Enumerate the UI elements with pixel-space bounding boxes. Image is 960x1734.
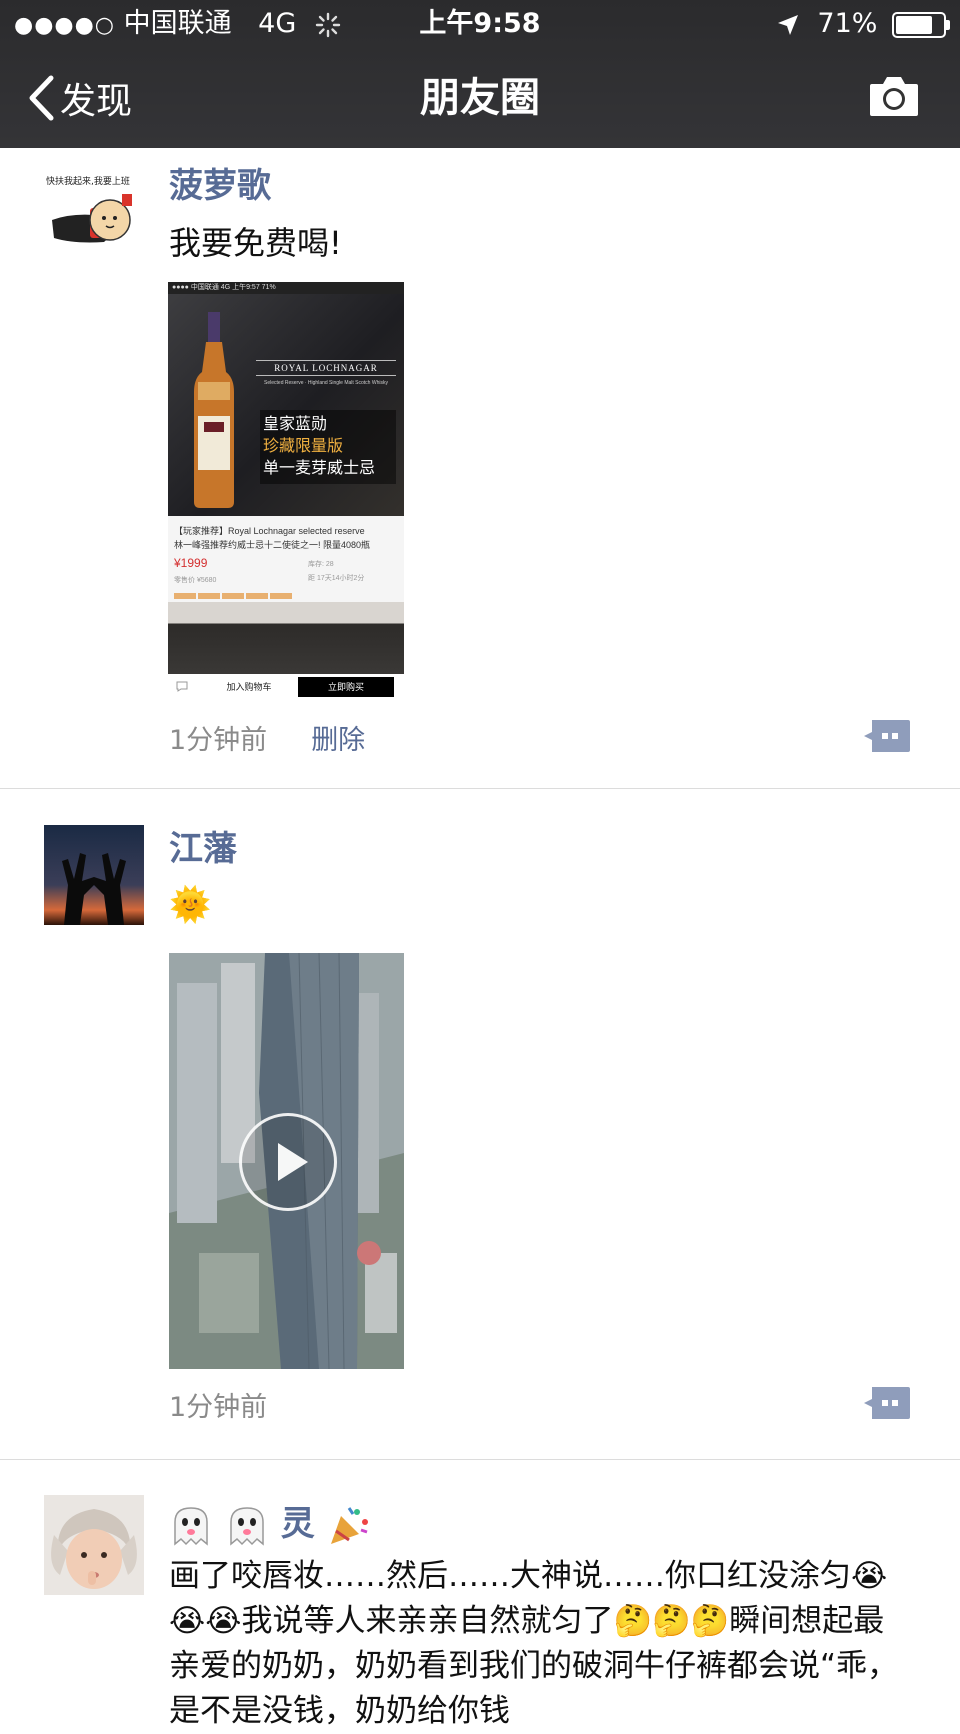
username[interactable]: 灵 — [169, 1496, 371, 1548]
ghost-icon — [230, 1506, 264, 1546]
party-popper-icon — [330, 1506, 368, 1544]
post-meta: 1分钟前 删除 — [169, 718, 365, 757]
username[interactable]: 菠萝歌 — [169, 158, 271, 207]
post-video[interactable] — [169, 953, 404, 1369]
play-button[interactable] — [239, 1113, 337, 1211]
brand-subtitle: Selected Reserve · Highland Single Malt … — [264, 380, 388, 386]
product-desc-2: 林一峰强推荐约威士忌十二使徒之一! 限量4080瓶 — [174, 540, 371, 550]
avatar[interactable] — [44, 825, 144, 925]
product-line-3: 单一麦芽威士忌 — [263, 460, 376, 477]
product-desc-1: 【玩家推荐】Royal Lochnagar selected reserve — [174, 526, 365, 536]
post-text: 🌞 — [169, 885, 212, 925]
ghost-icon — [174, 1506, 208, 1546]
original-price: 零售价 ¥5680 — [174, 577, 217, 584]
navigation-bar: 发现 朋友圈 — [0, 48, 960, 148]
product-stock: 库存: 28 — [308, 561, 334, 568]
username[interactable]: 江藩 — [169, 821, 237, 870]
battery-icon — [892, 11, 950, 38]
comment-more-icon[interactable] — [864, 720, 910, 752]
status-bar: ●●●●○ 中国联通 4G 上午9:58 71% — [0, 0, 960, 48]
top-bar: ●●●●○ 中国联通 4G 上午9:58 71% 发现 朋友圈 — [0, 0, 960, 148]
countdown: 距 17天14小时2分 — [308, 575, 365, 582]
avatar-caption: 快扶我起来,我要上班 — [46, 177, 130, 187]
moment-post: 快扶我起来,我要上班 菠萝歌 我要免费喝! ●●●● 中国联通 4G 上午9:5… — [0, 148, 960, 789]
image-status-bar: ●●●● 中国联通 4G 上午9:57 71% — [168, 282, 404, 294]
post-time: 1分钟前 — [169, 725, 268, 756]
camera-icon — [870, 77, 918, 116]
sunset-hands-avatar-icon — [44, 825, 144, 925]
post-time: 1分钟前 — [169, 1392, 268, 1423]
buy-now-button: 立即购买 — [298, 677, 394, 697]
location-arrow-icon — [777, 14, 798, 35]
avatar[interactable]: 快扶我起来,我要上班 — [44, 168, 144, 268]
product-image-2 — [168, 602, 404, 674]
moment-post: 灵 画了咬唇妆……然后……大神说……你口红没涂匀😭😭😭我说等人来亲亲自然就匀了🤔… — [0, 1460, 960, 1729]
product-info: 【玩家推荐】Royal Lochnagar selected reserve 林… — [174, 524, 400, 584]
avatar[interactable] — [44, 1495, 144, 1595]
product-line-1: 皇家蓝勋 — [263, 416, 328, 433]
post-text: 画了咬唇妆……然后……大神说……你口红没涂匀😭😭😭我说等人来亲亲自然就匀了🤔🤔🤔… — [169, 1558, 899, 1729]
post-image[interactable]: ●●●● 中国联通 4G 上午9:57 71% ROYAL LOCHNAGAR … — [168, 282, 404, 700]
username-text: 灵 — [280, 1504, 315, 1544]
whisky-bottle-icon — [194, 312, 234, 508]
battery-percent: 71% — [817, 8, 878, 39]
baby-avatar-icon — [44, 1495, 144, 1595]
product-title-overlay: 皇家蓝勋 珍藏限量版 单一麦芽威士忌 — [260, 410, 396, 484]
product-hero-image: ROYAL LOCHNAGAR Selected Reserve · Highl… — [168, 294, 404, 516]
page-title: 朋友圈 — [420, 75, 540, 121]
camera-button[interactable] — [868, 74, 920, 122]
chat-icon — [176, 681, 188, 692]
purchase-bar: 加入购物车 立即购买 — [168, 674, 404, 700]
product-price: ¥1999 — [174, 556, 208, 570]
product-line-2: 珍藏限量版 — [263, 438, 344, 455]
comment-more-icon[interactable] — [864, 1387, 910, 1419]
delete-link[interactable]: 删除 — [311, 725, 365, 756]
moment-post: 江藩 🌞 1分钟前 — [0, 789, 960, 1460]
brand-banner: ROYAL LOCHNAGAR — [256, 360, 396, 376]
add-to-cart-button: 加入购物车 — [226, 682, 272, 692]
post-text: 我要免费喝! — [169, 224, 342, 262]
